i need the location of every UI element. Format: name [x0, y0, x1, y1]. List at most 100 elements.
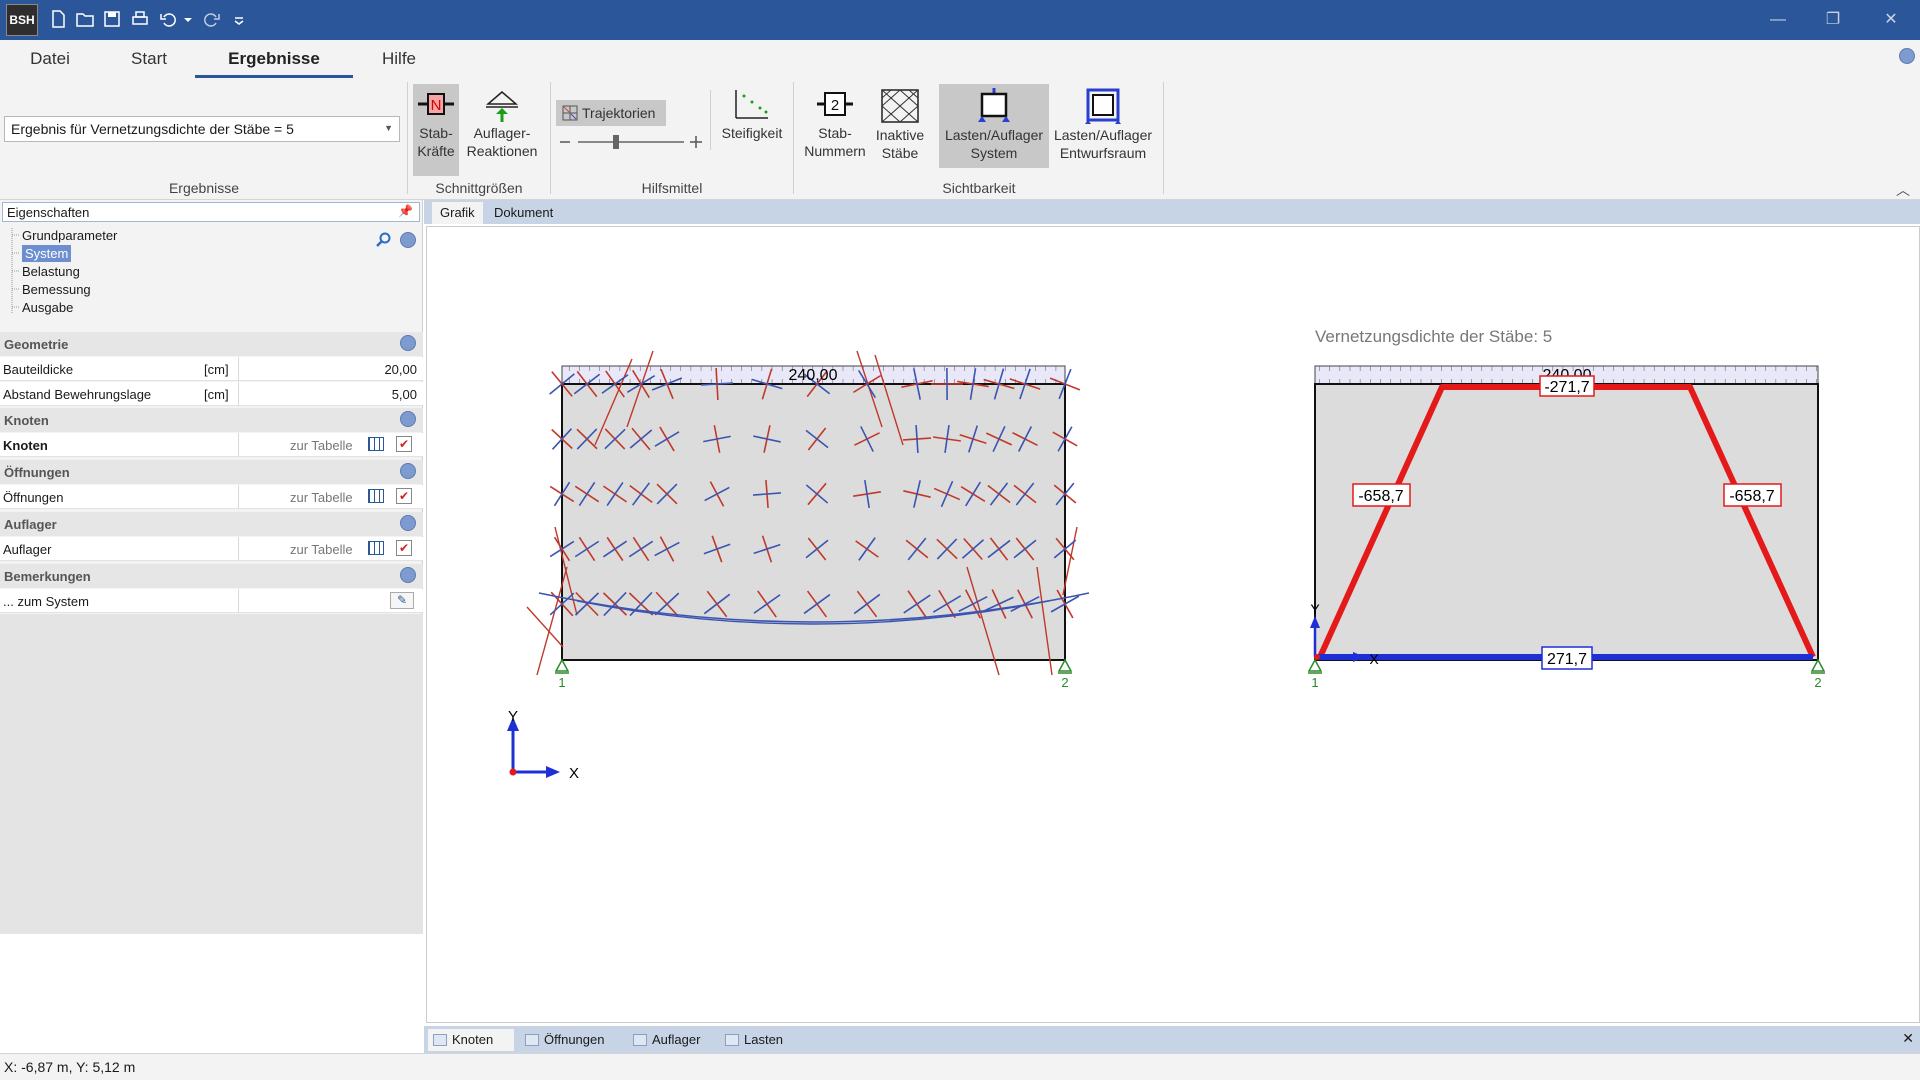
table-icon[interactable]: [368, 541, 384, 555]
auflager-link[interactable]: zur Tabelle: [290, 542, 353, 557]
collapse-bemerkungen-icon[interactable]: [400, 567, 416, 583]
trajektorien-button[interactable]: Trajektorien: [556, 100, 666, 126]
left-support-1-icon: [554, 658, 570, 672]
steifigkeit-button[interactable]: Steifigkeit: [716, 84, 788, 176]
bewehrungslage-value[interactable]: 5,00: [392, 387, 417, 402]
bottom-tab-auflager[interactable]: Auflager: [628, 1029, 716, 1051]
customize-toolbar-icon[interactable]: [232, 9, 246, 29]
section-geometrie: Geometrie: [0, 332, 423, 356]
section-oeffnungen-title: Öffnungen: [4, 465, 70, 480]
tab-dokument[interactable]: Dokument: [486, 202, 561, 224]
row-bauteildicke: Bauteildicke [cm] 20,00: [0, 357, 423, 381]
title-bar: BSH — ❐ ✕: [0, 0, 1920, 40]
save-icon[interactable]: [102, 9, 122, 29]
collapse-auflager-icon[interactable]: [400, 515, 416, 531]
edit-table-icon[interactable]: ✔: [396, 436, 412, 452]
steifigkeit-label: Steifigkeit: [721, 125, 783, 141]
lasten-entwurf-label-1: Lasten/Auflager: [1053, 127, 1153, 143]
right-wall-panel: [1314, 383, 1819, 661]
bewehrungslage-label: Abstand Bewehrungslage: [3, 387, 152, 402]
redo-icon[interactable]: [202, 9, 222, 29]
grid-icon: [525, 1034, 539, 1046]
bottom-tab-auflager-label: Auflager: [652, 1032, 701, 1047]
tab-start[interactable]: Start: [116, 40, 182, 78]
left-wall-panel: [561, 383, 1066, 661]
bottom-tab-oeffnungen-label: Öffnungen: [544, 1032, 605, 1047]
lasten-auflager-entwurfsraum-button[interactable]: Lasten/Auflager Entwurfsraum: [1050, 84, 1156, 176]
edit-table-icon[interactable]: ✔: [396, 488, 412, 504]
force-label-bottom: 271,7: [1547, 651, 1587, 668]
edit-table-icon[interactable]: ✔: [396, 540, 412, 556]
expand-all-icon[interactable]: [400, 232, 416, 248]
trajectory-zoom-slider[interactable]: [556, 132, 706, 152]
minimize-icon[interactable]: —: [1763, 8, 1793, 32]
tab-hilfe[interactable]: Hilfe: [366, 40, 432, 78]
knoten-link[interactable]: zur Tabelle: [290, 438, 353, 453]
bottom-tab-lasten-label: Lasten: [744, 1032, 784, 1047]
close-panel-icon[interactable]: ✕: [1902, 1030, 1914, 1047]
bauteildicke-value[interactable]: 20,00: [384, 362, 417, 377]
lasten-system-label-1: Lasten/Auflager: [944, 127, 1044, 143]
right-support-1-icon: [1307, 658, 1323, 672]
grid-icon: [633, 1034, 647, 1046]
force-label-right: -658,7: [1729, 488, 1774, 505]
stab-nummern-button[interactable]: 2 Stab- Nummern: [798, 84, 872, 176]
search-icon[interactable]: [376, 232, 392, 248]
structure-drawing[interactable]: 240,00 1 2 Y X Vernetzungsdichte der Stä…: [427, 227, 1920, 1024]
axis-x-arrow-icon: [546, 766, 560, 778]
compression-trajectory: [526, 606, 564, 648]
table-icon[interactable]: [368, 489, 384, 503]
tree-item-belastung[interactable]: Belastung: [22, 263, 80, 280]
stab-kraefte-button[interactable]: N Stab- Kräfte: [413, 84, 459, 176]
graphics-canvas[interactable]: 240,00 1 2 Y X Vernetzungsdichte der Stä…: [426, 226, 1920, 1023]
tree-lines: [11, 228, 20, 314]
tab-datei[interactable]: Datei: [18, 40, 82, 78]
auflager-reaktionen-button[interactable]: Auflager- Reaktionen: [462, 84, 542, 176]
chevron-down-icon: ▼: [384, 123, 393, 133]
collapse-oeffnungen-icon[interactable]: [400, 463, 416, 479]
table-icon[interactable]: [368, 437, 384, 451]
bottom-tab-knoten[interactable]: Knoten: [428, 1029, 514, 1051]
pin-icon[interactable]: 📌: [398, 204, 413, 218]
open-folder-icon[interactable]: [75, 9, 95, 29]
oeffnungen-link[interactable]: zur Tabelle: [290, 490, 353, 505]
undo-dropdown-icon[interactable]: [182, 9, 194, 29]
left-support-1-label: 1: [558, 675, 565, 690]
print-icon[interactable]: [130, 9, 150, 29]
inactive-members-icon: [881, 89, 919, 123]
tab-ergebnisse[interactable]: Ergebnisse: [195, 40, 353, 78]
new-file-icon[interactable]: [48, 9, 68, 29]
auflager-label-2: Reaktionen: [466, 143, 538, 159]
tree-item-ausgabe[interactable]: Ausgabe: [22, 299, 73, 316]
tree-item-bemessung[interactable]: Bemessung: [22, 281, 91, 298]
local-axis-y-label: Y: [1310, 601, 1320, 617]
tab-grafik[interactable]: Grafik: [432, 202, 483, 224]
close-window-icon[interactable]: ✕: [1876, 8, 1906, 32]
restore-icon[interactable]: ❐: [1818, 8, 1848, 32]
tree-item-system[interactable]: System: [22, 245, 72, 262]
axis-y-label: Y: [508, 708, 518, 725]
bottom-tab-lasten[interactable]: Lasten: [720, 1029, 800, 1051]
collapse-geometrie-icon[interactable]: [400, 335, 416, 351]
properties-header: Eigenschaften 📌: [2, 202, 420, 222]
edit-note-icon[interactable]: ✎: [390, 592, 414, 609]
group-label-sichtbarkeit: Sichtbarkeit: [942, 180, 1016, 196]
bewehrungslage-unit: [cm]: [204, 387, 229, 402]
left-support-2-label: 2: [1061, 675, 1068, 690]
lasten-system-label-2: System: [970, 145, 1018, 161]
auflager-label: Auflager: [3, 542, 52, 557]
inaktive-label-2: Stäbe: [881, 145, 919, 161]
result-select[interactable]: Ergebnis für Vernetzungsdichte der Stäbe…: [4, 116, 400, 142]
tree-item-grundparameter[interactable]: Grundparameter: [22, 227, 117, 244]
help-circle-icon[interactable]: [1899, 48, 1915, 64]
group-label-hilfsmittel: Hilfsmittel: [641, 180, 703, 196]
lasten-auflager-system-button[interactable]: Lasten/Auflager System: [939, 84, 1049, 168]
undo-icon[interactable]: [158, 9, 178, 29]
bottom-tab-oeffnungen[interactable]: Öffnungen: [520, 1029, 624, 1051]
collapse-knoten-icon[interactable]: [400, 411, 416, 427]
row-bemerkung: ... zum System ✎: [0, 589, 423, 613]
result-select-value: Ergebnis für Vernetzungsdichte der Stäbe…: [11, 121, 294, 137]
collapse-ribbon-icon[interactable]: ︿: [1896, 180, 1910, 200]
bauteildicke-unit: [cm]: [204, 362, 229, 377]
inaktive-staebe-button[interactable]: Inaktive Stäbe: [874, 84, 926, 176]
